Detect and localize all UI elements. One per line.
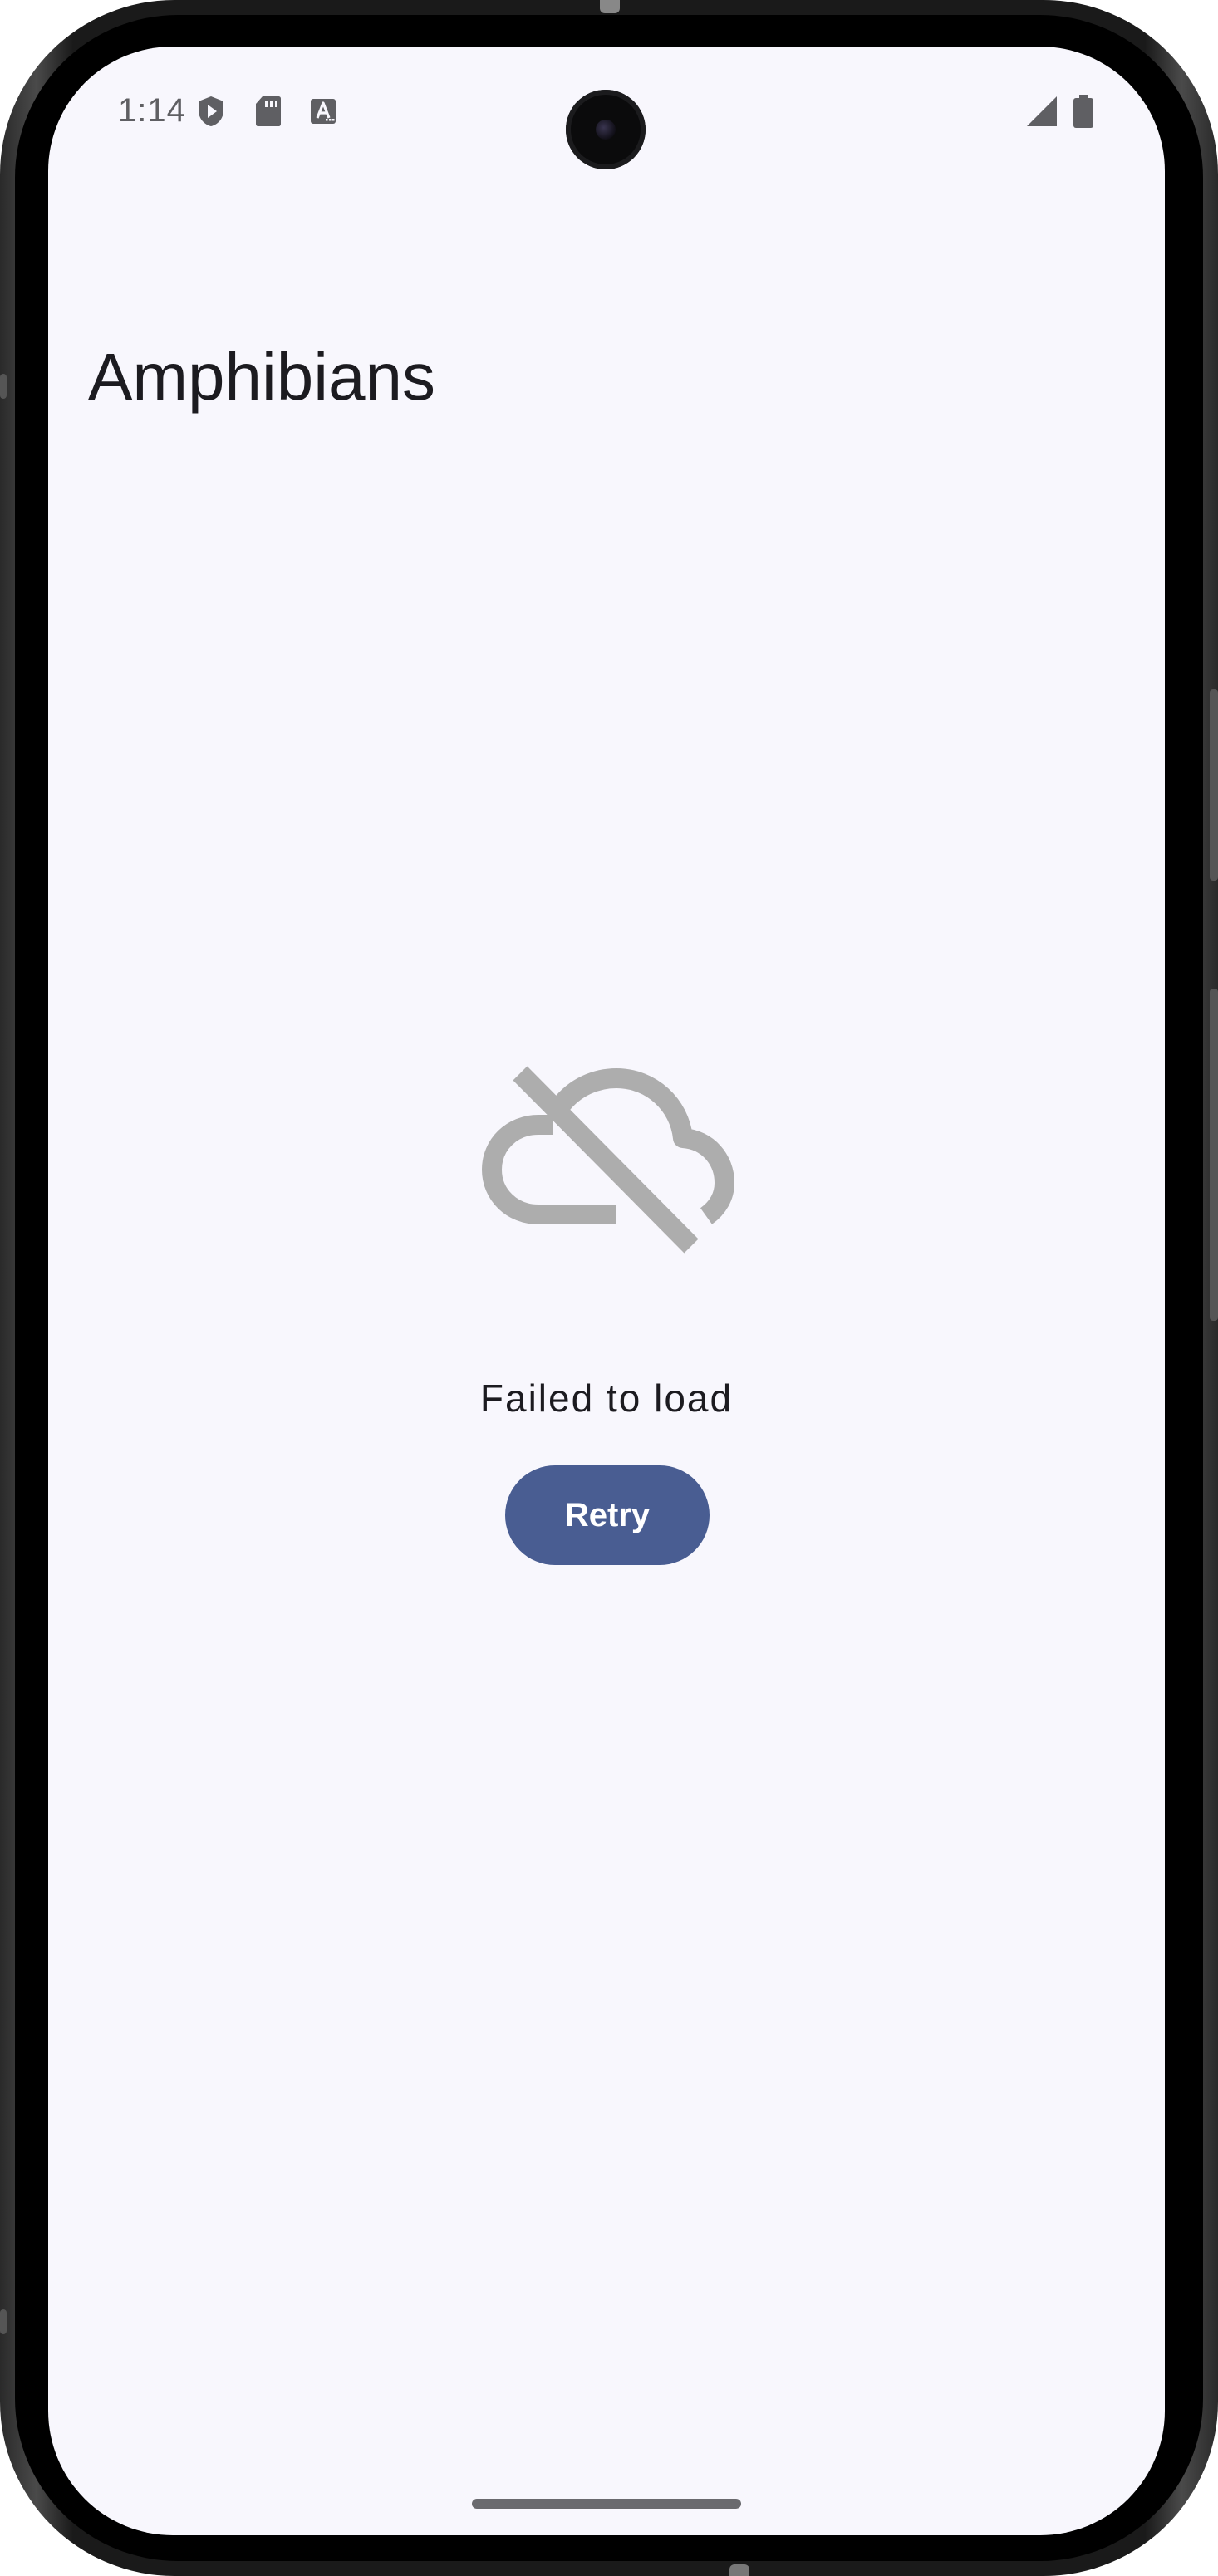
error-message: Failed to load: [479, 1376, 734, 1420]
device-top-detail: [600, 0, 620, 13]
keyboard-a-icon: [311, 99, 336, 124]
device-bottom-detail: [729, 2564, 749, 2576]
cloud-off-icon: [482, 1066, 734, 1254]
play-protect-icon: [199, 96, 223, 126]
retry-button[interactable]: Retry: [505, 1465, 710, 1565]
front-camera: [566, 90, 646, 169]
signal-icon: [1027, 96, 1057, 126]
sd-card-icon: [256, 96, 281, 126]
status-bar: 1:14: [48, 47, 1165, 179]
status-time: 1:14: [118, 92, 186, 129]
power-button: [1210, 989, 1218, 1321]
battery-icon: [1073, 95, 1093, 128]
frame-antenna-left-bottom: [0, 2309, 7, 2334]
app-title: Amphibians: [88, 340, 436, 414]
gesture-nav-handle[interactable]: [472, 2499, 741, 2509]
frame-antenna-left-top: [0, 374, 7, 399]
screen: 1:14 Amphibians Failed to load Retry: [48, 47, 1165, 2535]
volume-button: [1210, 689, 1218, 881]
